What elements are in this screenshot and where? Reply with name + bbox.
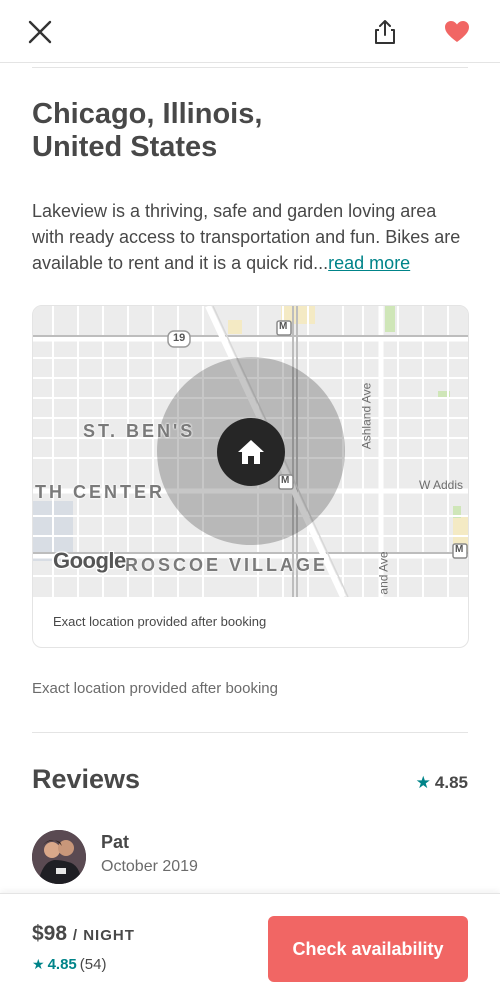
star-icon: ★ (415, 773, 431, 792)
close-icon (28, 20, 52, 44)
metro-marker-3: M (455, 544, 464, 555)
metro-marker-1: M (279, 321, 288, 332)
avatar-photo (32, 830, 86, 884)
map-caption: Exact location provided after booking (53, 614, 267, 629)
street-label-addison: W Addis (419, 478, 464, 492)
map-card[interactable]: 19 M M M ST. BEN'S TH CENTER ROSCOE VILL… (32, 305, 469, 648)
share-button[interactable] (367, 14, 403, 50)
neighborhood-label-center: TH CENTER (35, 482, 165, 502)
street-label-ashland: Ashland Ave (359, 382, 374, 450)
section-divider (32, 732, 468, 733)
heart-icon (445, 21, 469, 42)
close-button[interactable] (22, 14, 58, 50)
home-icon (238, 440, 264, 464)
neighborhood-label-st-bens: ST. BEN'S (83, 421, 196, 441)
reviewer-name: Pat (101, 832, 130, 852)
star-icon: ★ (32, 956, 45, 972)
review-date: October 2019 (101, 858, 198, 875)
price-value: $98 (32, 922, 68, 945)
listing-location-title: Chicago, Illinois, United States (32, 98, 452, 164)
location-note: Exact location provided after booking (32, 680, 278, 697)
metro-marker-2: M (281, 475, 290, 486)
map[interactable]: 19 M M M ST. BEN'S TH CENTER ROSCOE VILL… (33, 306, 468, 597)
home-pin[interactable] (217, 418, 285, 486)
avatar[interactable] (32, 830, 86, 884)
reviews-title: Reviews (32, 764, 141, 794)
neighborhood-label-roscoe-village: ROSCOE VILLAGE (125, 555, 329, 575)
section-divider (32, 67, 468, 68)
street-label-ashland-lower: and Ave (376, 551, 391, 595)
footer-rating-value: 4.85 (47, 956, 77, 973)
price-unit: / NIGHT (72, 927, 135, 944)
price: $98 / NIGHT (32, 922, 135, 946)
booking-footer: $98 / NIGHT ★ 4.85 (54) Check availabili… (0, 893, 500, 1003)
footer-rating[interactable]: ★ 4.85 (54) (32, 956, 106, 973)
share-icon (375, 20, 395, 44)
footer-review-count: (54) (79, 956, 107, 973)
title-line-2: United States (32, 131, 218, 163)
listing-description: Lakeview is a thriving, safe and garden … (32, 198, 472, 276)
reviews-rating: ★ 4.85 (416, 773, 468, 793)
favorite-button[interactable] (439, 14, 475, 50)
check-availability-button[interactable]: Check availability (268, 916, 468, 982)
route-19-label: 19 (173, 332, 186, 344)
rating-value: 4.85 (434, 773, 468, 792)
top-bar (0, 0, 500, 63)
google-logo: Google (53, 548, 126, 573)
read-more-link[interactable]: read more (328, 253, 410, 273)
title-line-1: Chicago, Illinois, (32, 98, 263, 130)
